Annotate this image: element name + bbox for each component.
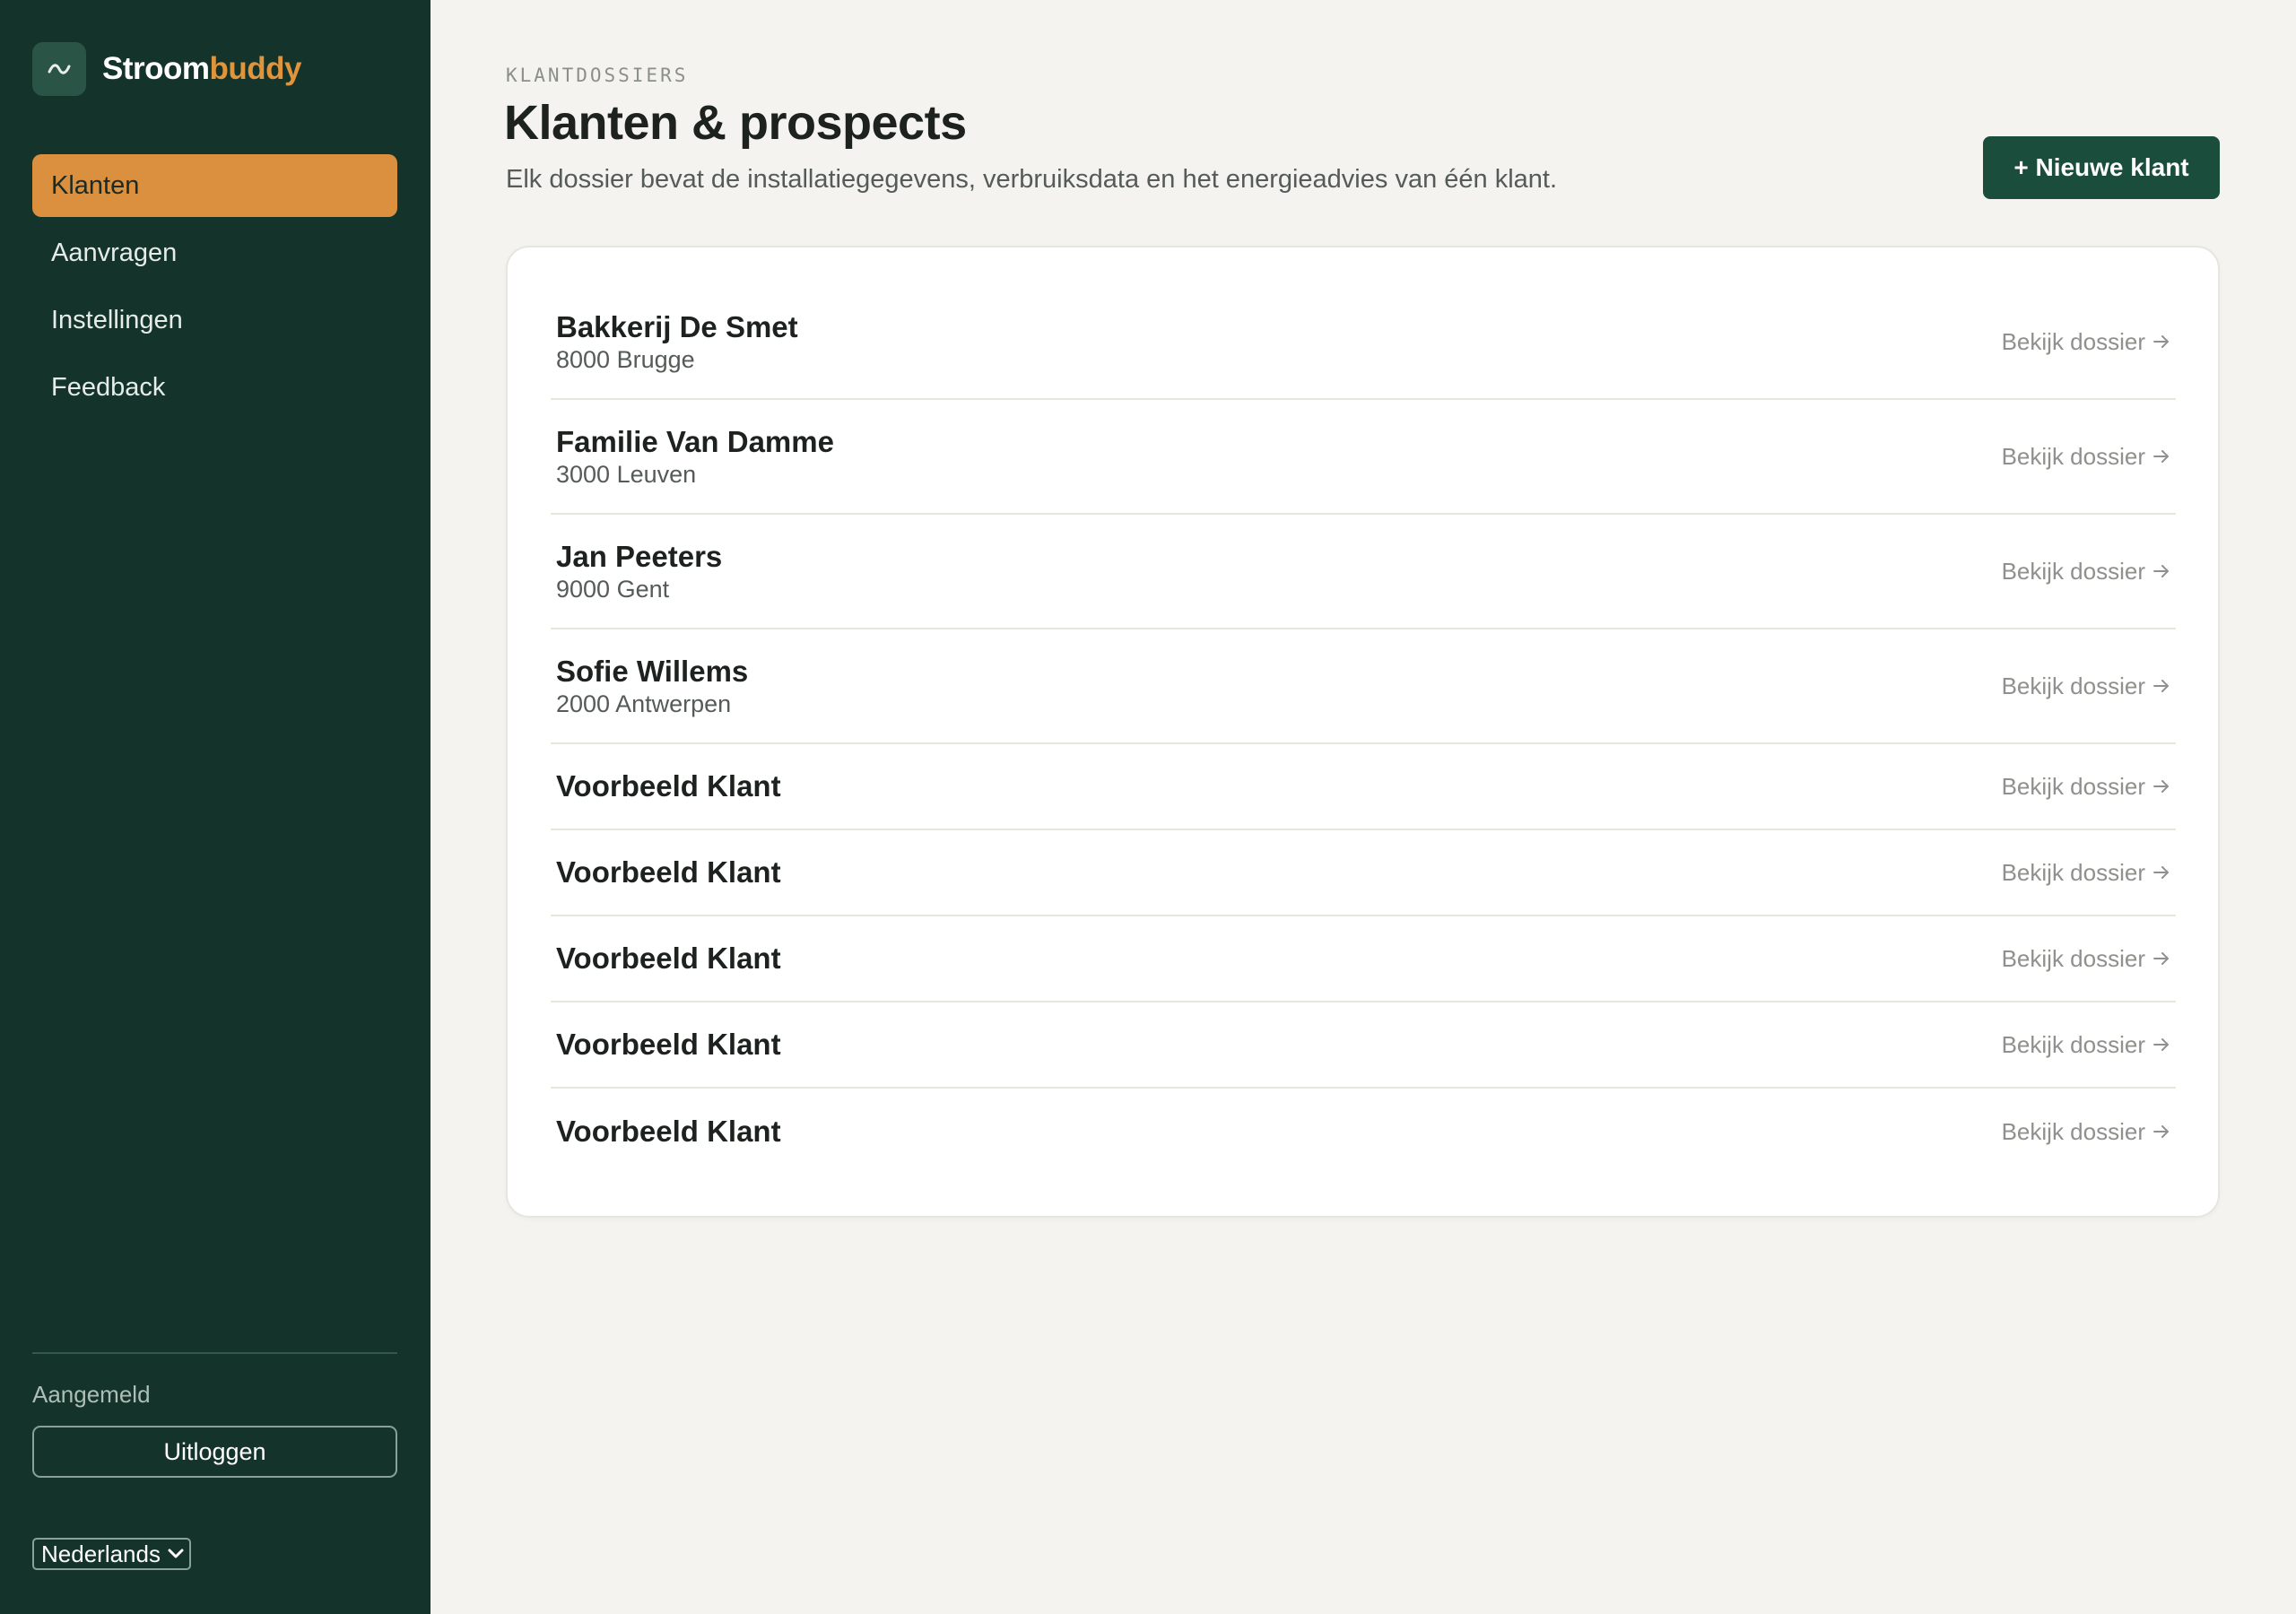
client-info: Familie Van Damme 3000 Leuven	[556, 425, 834, 489]
client-row[interactable]: Voorbeeld Klant Bekijk dossier	[551, 916, 2176, 1002]
view-dossier-label: Bekijk dossier	[2001, 442, 2145, 470]
view-dossier-label: Bekijk dossier	[2001, 1117, 2145, 1145]
client-row[interactable]: Voorbeeld Klant Bekijk dossier	[551, 1089, 2176, 1175]
view-dossier-label: Bekijk dossier	[2001, 672, 2145, 699]
language-select[interactable]: Nederlands	[32, 1538, 191, 1570]
view-dossier-link[interactable]: Bekijk dossier	[2002, 1031, 2170, 1059]
sidebar-divider	[32, 1352, 397, 1354]
client-row[interactable]: Voorbeeld Klant Bekijk dossier	[551, 744, 2176, 830]
wave-icon	[32, 42, 86, 96]
client-name: Voorbeeld Klant	[556, 941, 781, 975]
sidebar-item-label: Instellingen	[51, 305, 183, 334]
arrow-right-icon	[2152, 564, 2170, 578]
view-dossier-link[interactable]: Bekijk dossier	[2002, 328, 2170, 356]
client-row[interactable]: Sofie Willems 2000 Antwerpen Bekijk doss…	[551, 629, 2176, 744]
view-dossier-label: Bekijk dossier	[2001, 858, 2145, 886]
client-info: Voorbeeld Klant	[556, 855, 781, 889]
arrow-right-icon	[2152, 334, 2170, 349]
view-dossier-label: Bekijk dossier	[2001, 1030, 2145, 1058]
client-info: Voorbeeld Klant	[556, 941, 781, 976]
sidebar-item-label: Aanvragen	[51, 238, 178, 267]
client-row[interactable]: Jan Peeters 9000 Gent Bekijk dossier	[551, 515, 2176, 629]
brand-name: Stroombuddy	[102, 51, 301, 87]
language-select-value: Nederlands	[41, 1540, 161, 1567]
client-city: 2000 Antwerpen	[556, 690, 732, 717]
client-info: Voorbeeld Klant	[556, 1028, 781, 1062]
new-client-button[interactable]: + Nieuwe klant	[1983, 136, 2220, 199]
client-info: Voorbeeld Klant	[556, 769, 781, 803]
view-dossier-link[interactable]: Bekijk dossier	[2002, 945, 2170, 973]
client-city: 8000 Brugge	[556, 345, 695, 373]
arrow-right-icon	[2152, 1124, 2170, 1139]
arrow-right-icon	[2152, 951, 2170, 966]
view-dossier-link[interactable]: Bekijk dossier	[2002, 773, 2170, 801]
client-name: Jan Peeters	[556, 539, 723, 573]
client-info: Voorbeeld Klant	[556, 1115, 781, 1149]
logout-button[interactable]: Uitloggen	[32, 1426, 397, 1478]
sidebar-item-klanten[interactable]: Klanten	[32, 154, 397, 217]
view-dossier-label: Bekijk dossier	[2001, 772, 2145, 800]
brand-name-part1: Stroom	[102, 51, 210, 86]
client-info: Bakkerij De Smet 8000 Brugge	[556, 310, 798, 374]
arrow-right-icon	[2152, 779, 2170, 794]
client-city: 3000 Leuven	[556, 460, 697, 488]
signed-in-label: Aangemeld	[32, 1381, 151, 1408]
view-dossier-label: Bekijk dossier	[2001, 944, 2145, 972]
client-row[interactable]: Familie Van Damme 3000 Leuven Bekijk dos…	[551, 400, 2176, 515]
client-name: Familie Van Damme	[556, 424, 834, 458]
view-dossier-link[interactable]: Bekijk dossier	[2002, 443, 2170, 471]
client-row[interactable]: Voorbeeld Klant Bekijk dossier	[551, 1002, 2176, 1089]
client-row[interactable]: Voorbeeld Klant Bekijk dossier	[551, 830, 2176, 916]
client-name: Voorbeeld Klant	[556, 1028, 781, 1061]
sidebar-nav: Klanten Aanvragen Instellingen Feedback	[32, 154, 397, 423]
client-name: Voorbeeld Klant	[556, 769, 781, 803]
sidebar-item-label: Feedback	[51, 372, 166, 402]
view-dossier-label: Bekijk dossier	[2001, 557, 2145, 585]
brand-name-part2: buddy	[209, 51, 302, 86]
view-dossier-link[interactable]: Bekijk dossier	[2002, 558, 2170, 586]
brand[interactable]: Stroombuddy	[32, 42, 301, 96]
page-eyebrow: KLANTDOSSIERS	[506, 65, 689, 86]
sidebar: Stroombuddy Klanten Aanvragen Instelling…	[0, 0, 430, 1614]
arrow-right-icon	[2152, 679, 2170, 693]
client-info: Jan Peeters 9000 Gent	[556, 540, 722, 603]
sidebar-item-instellingen[interactable]: Instellingen	[32, 289, 397, 351]
client-info: Sofie Willems 2000 Antwerpen	[556, 655, 748, 718]
page-subtitle: Elk dossier bevat de installatiegegevens…	[506, 165, 1558, 194]
client-city: 9000 Gent	[556, 575, 670, 603]
client-name: Bakkerij De Smet	[556, 309, 798, 343]
client-name: Voorbeeld Klant	[556, 855, 781, 889]
sidebar-item-aanvragen[interactable]: Aanvragen	[32, 221, 397, 284]
arrow-right-icon	[2152, 1037, 2170, 1052]
view-dossier-link[interactable]: Bekijk dossier	[2002, 672, 2170, 700]
page-title: Klanten & prospects	[504, 96, 967, 150]
sidebar-item-feedback[interactable]: Feedback	[32, 356, 397, 419]
view-dossier-label: Bekijk dossier	[2001, 327, 2145, 355]
client-list: Bakkerij De Smet 8000 Brugge Bekijk doss…	[551, 285, 2176, 1175]
client-row[interactable]: Bakkerij De Smet 8000 Brugge Bekijk doss…	[551, 285, 2176, 400]
arrow-right-icon	[2152, 449, 2170, 464]
chevron-down-icon	[168, 1549, 184, 1559]
client-list-card: Bakkerij De Smet 8000 Brugge Bekijk doss…	[506, 246, 2220, 1218]
arrow-right-icon	[2152, 865, 2170, 880]
client-name: Sofie Willems	[556, 654, 749, 688]
sidebar-item-label: Klanten	[51, 170, 140, 200]
view-dossier-link[interactable]: Bekijk dossier	[2002, 1118, 2170, 1146]
client-name: Voorbeeld Klant	[556, 1115, 781, 1148]
view-dossier-link[interactable]: Bekijk dossier	[2002, 859, 2170, 887]
